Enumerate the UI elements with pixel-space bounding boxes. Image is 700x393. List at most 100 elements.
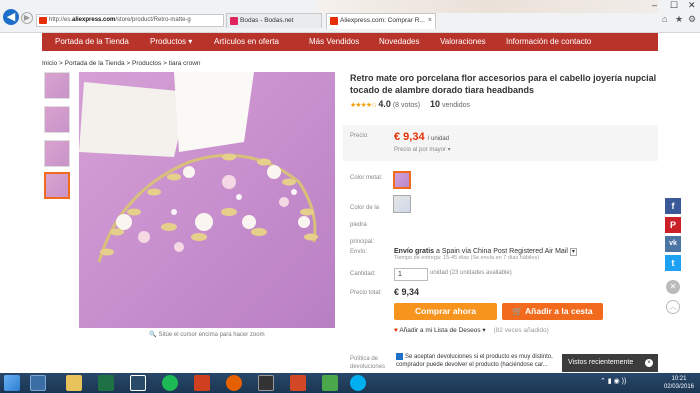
product-main-image[interactable] <box>79 72 335 328</box>
close-share-icon[interactable]: ✕ <box>666 280 680 294</box>
breadcrumb-sep: > <box>57 60 65 67</box>
windows-taskbar: ⌃ ▮ ◉ )) 10:21 02/03/2016 <box>0 373 700 393</box>
aliexpress-favicon <box>330 17 338 25</box>
forward-button[interactable]: ▶ <box>21 12 33 24</box>
sold-label: vendidos <box>441 102 470 109</box>
photos-icon[interactable] <box>322 375 338 391</box>
wishlist-link[interactable]: Añadir a mi Lista de Deseos <box>399 327 480 334</box>
excel-icon[interactable] <box>98 375 114 391</box>
nav-item-contact[interactable]: Información de contacto <box>506 33 591 51</box>
pinterest-share-icon[interactable]: P <box>665 217 681 233</box>
url-prefix: http://es. <box>49 17 73 23</box>
price-box <box>343 125 658 161</box>
system-tray[interactable]: ⌃ ▮ ◉ )) <box>600 377 626 385</box>
price-label: Precio: <box>350 133 369 139</box>
shipping-dropdown-icon[interactable]: ▾ <box>569 248 577 256</box>
close-window-icon[interactable]: ✕ <box>688 0 696 11</box>
breadcrumb-sep: > <box>161 60 169 67</box>
tab-bodas[interactable]: Bodas - Bodas.net <box>226 13 322 28</box>
scroll-top-icon[interactable]: ︿ <box>666 300 680 314</box>
store-nav: Portada de la Tienda Productos ▾ Artícul… <box>42 33 658 51</box>
zoom-hint-text: Sitúe el cursor encima para hacer zoom <box>158 332 265 338</box>
nav-item-bestsellers[interactable]: Más Vendidos <box>309 33 359 51</box>
url-path: /store/product/Retro-matte-g <box>115 17 191 23</box>
thumbnail-2[interactable] <box>44 106 70 133</box>
internet-explorer-icon[interactable] <box>30 375 46 391</box>
wishlist-row: ♥ Añadir a mi Lista de Deseos ▾ (82 vece… <box>394 326 549 334</box>
breadcrumb-current: tiara crown <box>168 60 201 67</box>
cart-icon: 🛒 <box>512 306 523 316</box>
add-to-cart-button[interactable]: 🛒 Añadir a la cesta <box>502 303 603 320</box>
breadcrumb-sep: > <box>124 60 133 67</box>
camera-app-icon[interactable] <box>258 375 274 391</box>
zoom-hint: 🔍 Sitúe el cursor encima para hacer zoom <box>79 331 335 338</box>
rating-votes[interactable]: (8 votos) <box>393 102 420 109</box>
rating-stars-icon: ★★★★☆ <box>350 102 377 109</box>
buy-now-button[interactable]: Comprar ahora <box>394 303 497 320</box>
return-policy-text: Se aceptan devoluciones si el producto e… <box>396 353 566 369</box>
rating-score: 4.0 <box>378 99 391 109</box>
file-explorer-icon[interactable] <box>66 375 82 391</box>
home-icon[interactable]: ⌂ <box>662 14 667 24</box>
powerpoint-icon[interactable] <box>290 375 306 391</box>
recently-viewed-panel[interactable]: Vistos recientemente × <box>562 354 658 372</box>
quantity-availability: unidad (23 unidades available) <box>430 270 512 276</box>
breadcrumb: Inicio > Portada de la Tienda > Producto… <box>42 60 201 67</box>
nav-item-new[interactable]: Novedades <box>379 33 419 51</box>
minimize-icon[interactable]: – <box>652 0 657 10</box>
breadcrumb-products[interactable]: Productos <box>132 60 161 67</box>
recently-viewed-close-icon[interactable]: × <box>645 359 653 367</box>
media-player-icon[interactable] <box>194 375 210 391</box>
store-icon[interactable] <box>130 375 146 391</box>
thumbnail-4[interactable] <box>44 172 70 199</box>
clock-date: 02/03/2016 <box>663 384 694 390</box>
spotify-icon[interactable] <box>162 375 178 391</box>
return-policy-label: Política de devoluciones <box>350 356 386 370</box>
taskbar-clock[interactable]: 10:21 02/03/2016 <box>664 375 694 391</box>
delivery-time: Tiempo de entrega: 15-45 días (Se envía … <box>394 255 540 261</box>
quantity-input[interactable]: 1 <box>394 268 428 281</box>
wholesale-price-link[interactable]: Precio al por mayor ▾ <box>394 146 451 153</box>
maximize-icon[interactable]: ☐ <box>670 0 678 11</box>
wishlist-dropdown-icon[interactable]: ▾ <box>482 327 485 334</box>
vk-share-icon[interactable]: vk <box>665 236 681 252</box>
firefox-icon[interactable] <box>226 375 242 391</box>
heart-icon: ♥ <box>394 327 398 334</box>
facebook-share-icon[interactable]: f <box>665 198 681 214</box>
tab-aliexpress[interactable]: Aliexpress.com: Comprar R... × <box>326 13 436 29</box>
tab-label: Bodas - Bodas.net <box>240 17 294 24</box>
url-domain: aliexpress.com <box>72 17 116 23</box>
total-price-label: Precio total: <box>350 290 382 296</box>
nav-item-products[interactable]: Productos ▾ <box>150 33 192 51</box>
tab-label: Aliexpress.com: Comprar R... <box>340 17 425 24</box>
shipping-info: Envío gratis a Spain vía China Post Regi… <box>394 248 577 261</box>
color-metal-swatch[interactable] <box>393 171 411 189</box>
tab-close-icon[interactable]: × <box>428 14 432 28</box>
policy-check-icon <box>396 353 403 360</box>
price-value: € 9,34 / unidad <box>394 131 449 143</box>
address-bar[interactable]: http://es.aliexpress.com/store/product/R… <box>36 14 224 27</box>
color-metal-label: Color metal: <box>350 175 383 181</box>
breadcrumb-home[interactable]: Inicio <box>42 60 57 67</box>
favorites-icon[interactable]: ★ <box>675 14 683 25</box>
thumbnail-3[interactable] <box>44 140 70 167</box>
nav-item-deals[interactable]: Artículos en oferta <box>214 33 279 51</box>
wishlist-count: (82 veces añadido) <box>493 327 549 334</box>
back-button[interactable]: ◀ <box>3 9 19 25</box>
price-unit: / unidad <box>427 136 450 142</box>
twitter-share-icon[interactable]: t <box>665 255 681 271</box>
nav-item-reviews[interactable]: Valoraciones <box>440 33 486 51</box>
stone-color-swatch[interactable] <box>393 195 411 213</box>
settings-icon[interactable]: ⚙ <box>688 14 696 25</box>
bodas-favicon <box>230 17 238 25</box>
breadcrumb-store[interactable]: Portada de la Tienda <box>65 60 125 67</box>
total-price-value: € 9,34 <box>394 287 420 297</box>
thumbnail-1[interactable] <box>44 72 70 99</box>
skype-icon[interactable] <box>350 375 366 391</box>
nav-item-home[interactable]: Portada de la Tienda <box>55 33 129 51</box>
start-icon[interactable] <box>4 375 20 391</box>
product-title: Retro mate oro porcelana flor accesorios… <box>350 73 657 95</box>
sold-count: 10 <box>430 99 441 109</box>
quantity-label: Cantidad: <box>350 271 376 277</box>
browser-toolbar: ◀ ▶ http://es.aliexpress.com/store/produ… <box>0 0 700 33</box>
